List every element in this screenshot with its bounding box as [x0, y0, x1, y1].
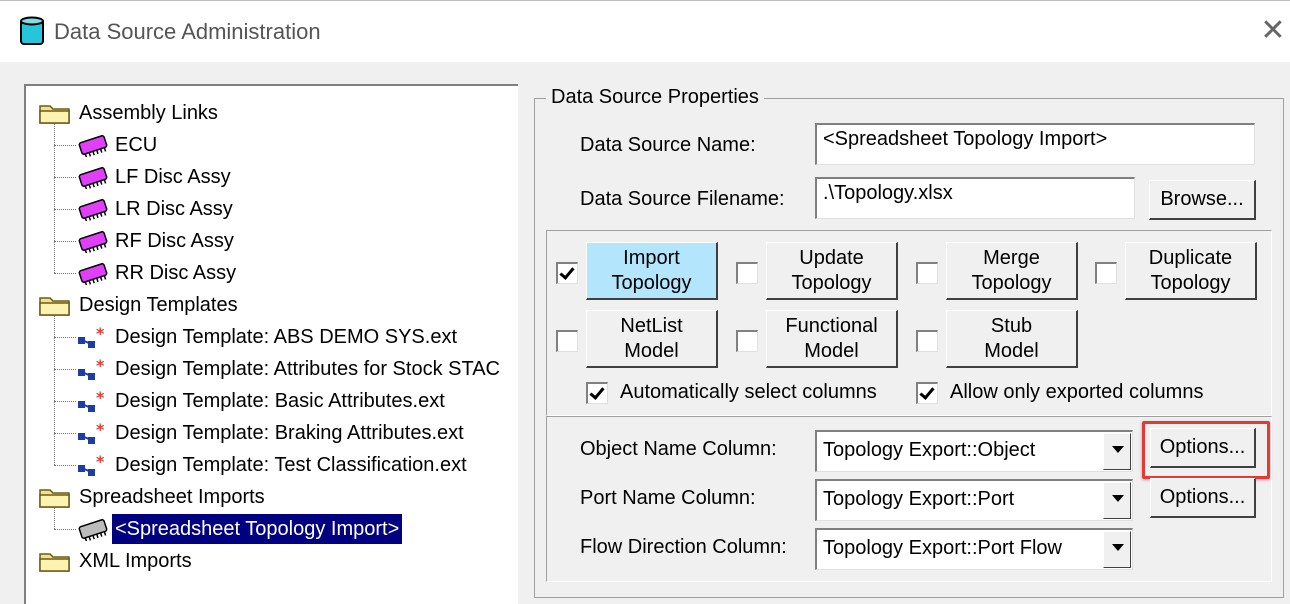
tree-group-label: XML Imports: [79, 550, 192, 572]
tree-connector: [54, 177, 76, 178]
tree-connector: [54, 465, 76, 466]
svg-text:*: *: [96, 421, 105, 439]
tree-item-label: <Spreadsheet Topology Import>: [110, 513, 404, 545]
tree-group-label: Spreadsheet Imports: [79, 486, 265, 508]
tree-item-label: Design Template: Test Classification.ext: [115, 454, 467, 476]
option-checkbox[interactable]: [556, 262, 578, 284]
port-column-select[interactable]: Topology Export::Port: [815, 479, 1133, 521]
chip-icon: [76, 197, 112, 223]
database-icon: [20, 16, 44, 45]
option-button[interactable]: Duplicate Topology: [1125, 242, 1257, 300]
svg-text:*: *: [96, 453, 105, 471]
tree-group-label: Design Templates: [79, 294, 238, 316]
window-title: Data Source Administration: [54, 19, 321, 44]
option-button[interactable]: Import Topology: [586, 242, 718, 300]
tree-item-label: Design Template: Basic Attributes.ext: [115, 390, 445, 412]
svg-text:*: *: [96, 357, 105, 375]
chip-icon: [76, 517, 112, 543]
auto-select-label: Automatically select columns: [620, 381, 877, 403]
tree-item-label: Design Template: Attributes for Stock ST…: [115, 358, 500, 380]
highlight-box: [1142, 421, 1270, 479]
filename-field[interactable]: .\Topology.xlsx: [815, 177, 1135, 219]
tree-connector: [54, 401, 76, 402]
flow-column-label: Flow Direction Column:: [580, 536, 787, 558]
object-column-value: Topology Export::Object: [823, 439, 1036, 461]
name-label: Data Source Name:: [580, 134, 756, 156]
tree-item-label: LF Disc Assy: [115, 166, 231, 188]
object-column-label: Object Name Column:: [580, 438, 777, 460]
option-button[interactable]: Update Topology: [766, 242, 898, 300]
option-checkbox[interactable]: [1095, 262, 1117, 284]
option-button[interactable]: Stub Model: [946, 310, 1078, 368]
tree-connector: [54, 433, 76, 434]
option-checkbox[interactable]: [916, 330, 938, 352]
chip-icon: [76, 261, 112, 287]
svg-text:*: *: [96, 389, 105, 407]
option-checkbox[interactable]: [556, 330, 578, 352]
template-icon: *: [76, 388, 112, 415]
port-column-value: Topology Export::Port: [823, 488, 1015, 510]
properties-legend: Data Source Properties: [546, 86, 764, 109]
tree-item-label: LR Disc Assy: [115, 198, 233, 220]
tree-group-label: Assembly Links: [79, 102, 218, 124]
tree-item-label: ECU: [115, 134, 158, 156]
chip-icon: [76, 165, 112, 191]
tree-connector: [54, 337, 76, 338]
chevron-down-icon[interactable]: [1103, 433, 1131, 470]
exported-only-checkbox[interactable]: [916, 382, 938, 404]
chip-icon: [76, 229, 112, 255]
tree-connector: [54, 316, 55, 465]
tree-connector: [54, 241, 76, 242]
tree-connector: [54, 369, 76, 370]
browse-button[interactable]: Browse...: [1149, 180, 1256, 220]
tree-item-label: RF Disc Assy: [115, 230, 234, 252]
template-icon: *: [76, 356, 112, 383]
option-checkbox[interactable]: [916, 262, 938, 284]
tree-connector: [54, 273, 76, 274]
port-options-button[interactable]: Options...: [1150, 478, 1256, 518]
template-icon: *: [76, 324, 112, 351]
option-button[interactable]: NetList Model: [586, 310, 718, 368]
auto-select-checkbox[interactable]: [586, 382, 608, 404]
template-icon: *: [76, 452, 112, 479]
option-button[interactable]: Merge Topology: [946, 242, 1078, 300]
tree-item-label: RR Disc Assy: [115, 262, 237, 284]
tree-connector: [54, 124, 55, 273]
data-source-tree[interactable]: Assembly Links ECU LF Disc Assy LR Disc Ass…: [24, 84, 518, 604]
top-border: [0, 0, 1290, 1]
tree-item-label: Design Template: Braking Attributes.ext: [115, 422, 464, 444]
chip-icon: [76, 133, 112, 159]
option-button[interactable]: Functional Model: [766, 310, 898, 368]
option-checkbox[interactable]: [736, 262, 758, 284]
port-column-label: Port Name Column:: [580, 487, 756, 509]
svg-text:*: *: [96, 325, 105, 343]
tree-connector: [54, 145, 76, 146]
chevron-down-icon[interactable]: [1103, 482, 1131, 519]
tree-connector: [54, 209, 76, 210]
flow-column-value: Topology Export::Port Flow: [823, 537, 1062, 559]
template-icon: *: [76, 420, 112, 447]
object-column-select[interactable]: Topology Export::Object: [815, 430, 1133, 472]
tree-item-label: Design Template: ABS DEMO SYS.ext: [115, 326, 458, 348]
flow-column-select[interactable]: Topology Export::Port Flow: [815, 528, 1133, 570]
tree-connector: [54, 529, 76, 530]
chevron-down-icon[interactable]: [1103, 531, 1131, 568]
exported-only-label: Allow only exported columns: [950, 381, 1204, 403]
tree-connector: [54, 508, 55, 529]
name-field[interactable]: <Spreadsheet Topology Import>: [815, 123, 1255, 165]
option-checkbox[interactable]: [736, 330, 758, 352]
filename-label: Data Source Filename:: [580, 188, 785, 210]
close-button[interactable]: ✕: [1258, 16, 1288, 46]
